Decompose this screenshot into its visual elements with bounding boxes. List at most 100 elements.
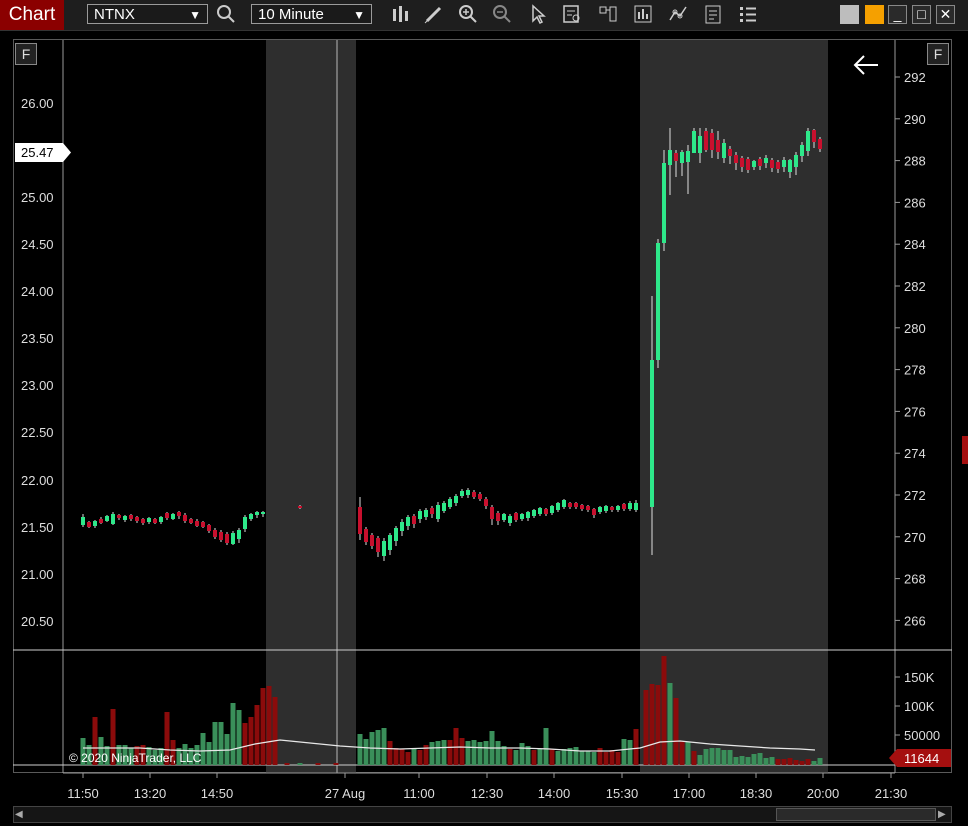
candle-body	[484, 499, 488, 506]
scroll-right-icon[interactable]: ▶	[938, 808, 950, 821]
time-axis-tick-label: 15:30	[606, 786, 639, 801]
volume-bar	[218, 722, 224, 765]
volume-bar	[381, 728, 387, 765]
volume-axis-tick-label: 100K	[904, 699, 935, 714]
volume-bar	[691, 751, 697, 765]
candle-body	[201, 522, 205, 527]
candle-body	[598, 507, 602, 512]
volume-bar	[236, 710, 242, 765]
candle-body	[129, 515, 133, 519]
volume-bar	[465, 741, 471, 765]
volume-bar	[483, 741, 489, 765]
candle-body	[171, 514, 175, 519]
volume-bar	[603, 752, 609, 765]
candle-body	[225, 534, 229, 543]
volume-bar	[775, 759, 781, 765]
candle-body	[668, 150, 672, 165]
volume-bar	[519, 743, 525, 765]
candle-body	[770, 160, 774, 168]
volume-bar	[495, 741, 501, 765]
candle-body	[716, 140, 720, 152]
right-axis-tick-label: 290	[904, 112, 926, 127]
left-axis-tick-label: 25.00	[21, 190, 54, 205]
candle-body	[93, 521, 97, 526]
candle-body	[219, 532, 223, 540]
left-scale-f-button[interactable]: F	[15, 43, 37, 65]
right-axis-tick-label: 288	[904, 154, 926, 169]
scroll-left-icon[interactable]: ◀	[15, 808, 27, 821]
arrow-left-icon[interactable]	[852, 52, 880, 78]
volume-bar	[405, 752, 411, 765]
candle-body	[400, 522, 404, 531]
volume-bar	[513, 750, 519, 765]
candle-body	[81, 517, 85, 525]
volume-bar	[471, 740, 477, 765]
left-axis-tick-label: 21.50	[21, 520, 54, 535]
candle-body	[520, 514, 524, 519]
candle-body	[568, 503, 572, 507]
candle-body	[165, 513, 169, 518]
volume-bar	[703, 749, 709, 765]
candle-body	[514, 513, 518, 520]
volume-bar	[387, 741, 393, 765]
volume-bar	[655, 685, 661, 765]
candle-body	[99, 519, 103, 523]
scrollbar-thumb[interactable]	[776, 808, 936, 821]
candle-body	[472, 492, 476, 497]
candle-body	[586, 506, 590, 510]
candle-body	[207, 525, 211, 531]
volume-bar	[206, 742, 212, 765]
volume-bar	[333, 763, 339, 765]
candle-body	[382, 541, 386, 556]
right-axis-tick-label: 292	[904, 70, 926, 85]
volume-bar	[579, 751, 585, 765]
volume-bar	[739, 756, 745, 765]
volume-bar	[429, 742, 435, 765]
time-axis: 11:50 13:20 14:50 27 Aug 11:00 12:30 14:00 15:3…	[67, 773, 907, 801]
volume-bar	[272, 697, 278, 765]
time-axis-tick-label: 17:00	[673, 786, 706, 801]
right-axis-tick-label: 280	[904, 321, 926, 336]
volume-bar	[447, 740, 453, 765]
right-price-axis: 292 290 288 286 284 282 280 278 276 274 272 270 268 2…	[895, 70, 926, 628]
volume-bar	[661, 656, 667, 765]
price-chart[interactable]: 26.00 25.00 24.50 24.00 23.50 23.00 22.50 22.00…	[0, 0, 968, 826]
candle-body	[686, 151, 690, 162]
time-axis-tick-label: 13:20	[134, 786, 167, 801]
candle-body	[656, 243, 660, 360]
candle-body	[740, 158, 744, 167]
candle-body	[610, 507, 614, 510]
volume-bar	[673, 698, 679, 765]
right-axis-tick-label: 266	[904, 613, 926, 628]
candle-body	[466, 490, 470, 495]
time-axis-tick-label: 20:00	[807, 786, 840, 801]
candle-body	[764, 158, 768, 163]
volume-bar	[745, 757, 751, 765]
candle-body	[794, 155, 798, 167]
time-axis-tick-label: 14:50	[201, 786, 234, 801]
candle-body	[746, 159, 750, 170]
volume-bar	[643, 690, 649, 765]
side-tab[interactable]	[962, 436, 968, 464]
candle-body	[604, 506, 608, 511]
candle-body	[111, 514, 115, 524]
volume-bar	[399, 749, 405, 765]
right-scale-f-button[interactable]: F	[927, 43, 949, 65]
candle-body	[508, 516, 512, 523]
left-axis-tick-label: 23.50	[21, 331, 54, 346]
right-axis-tick-label: 282	[904, 279, 926, 294]
volume-bar	[763, 758, 769, 765]
volume-bar	[411, 749, 417, 765]
left-axis-tick-label: 20.50	[21, 614, 54, 629]
candle-body	[358, 507, 362, 534]
left-axis-tick-label: 24.00	[21, 284, 54, 299]
volume-bar	[375, 730, 381, 765]
candle-body	[728, 149, 732, 156]
candle-body	[147, 518, 151, 522]
candle-body	[460, 491, 464, 496]
candle-body	[698, 136, 702, 153]
candle-body	[806, 131, 810, 151]
volume-bar	[266, 686, 272, 765]
candle-body	[177, 512, 181, 516]
candle-body	[261, 512, 265, 514]
